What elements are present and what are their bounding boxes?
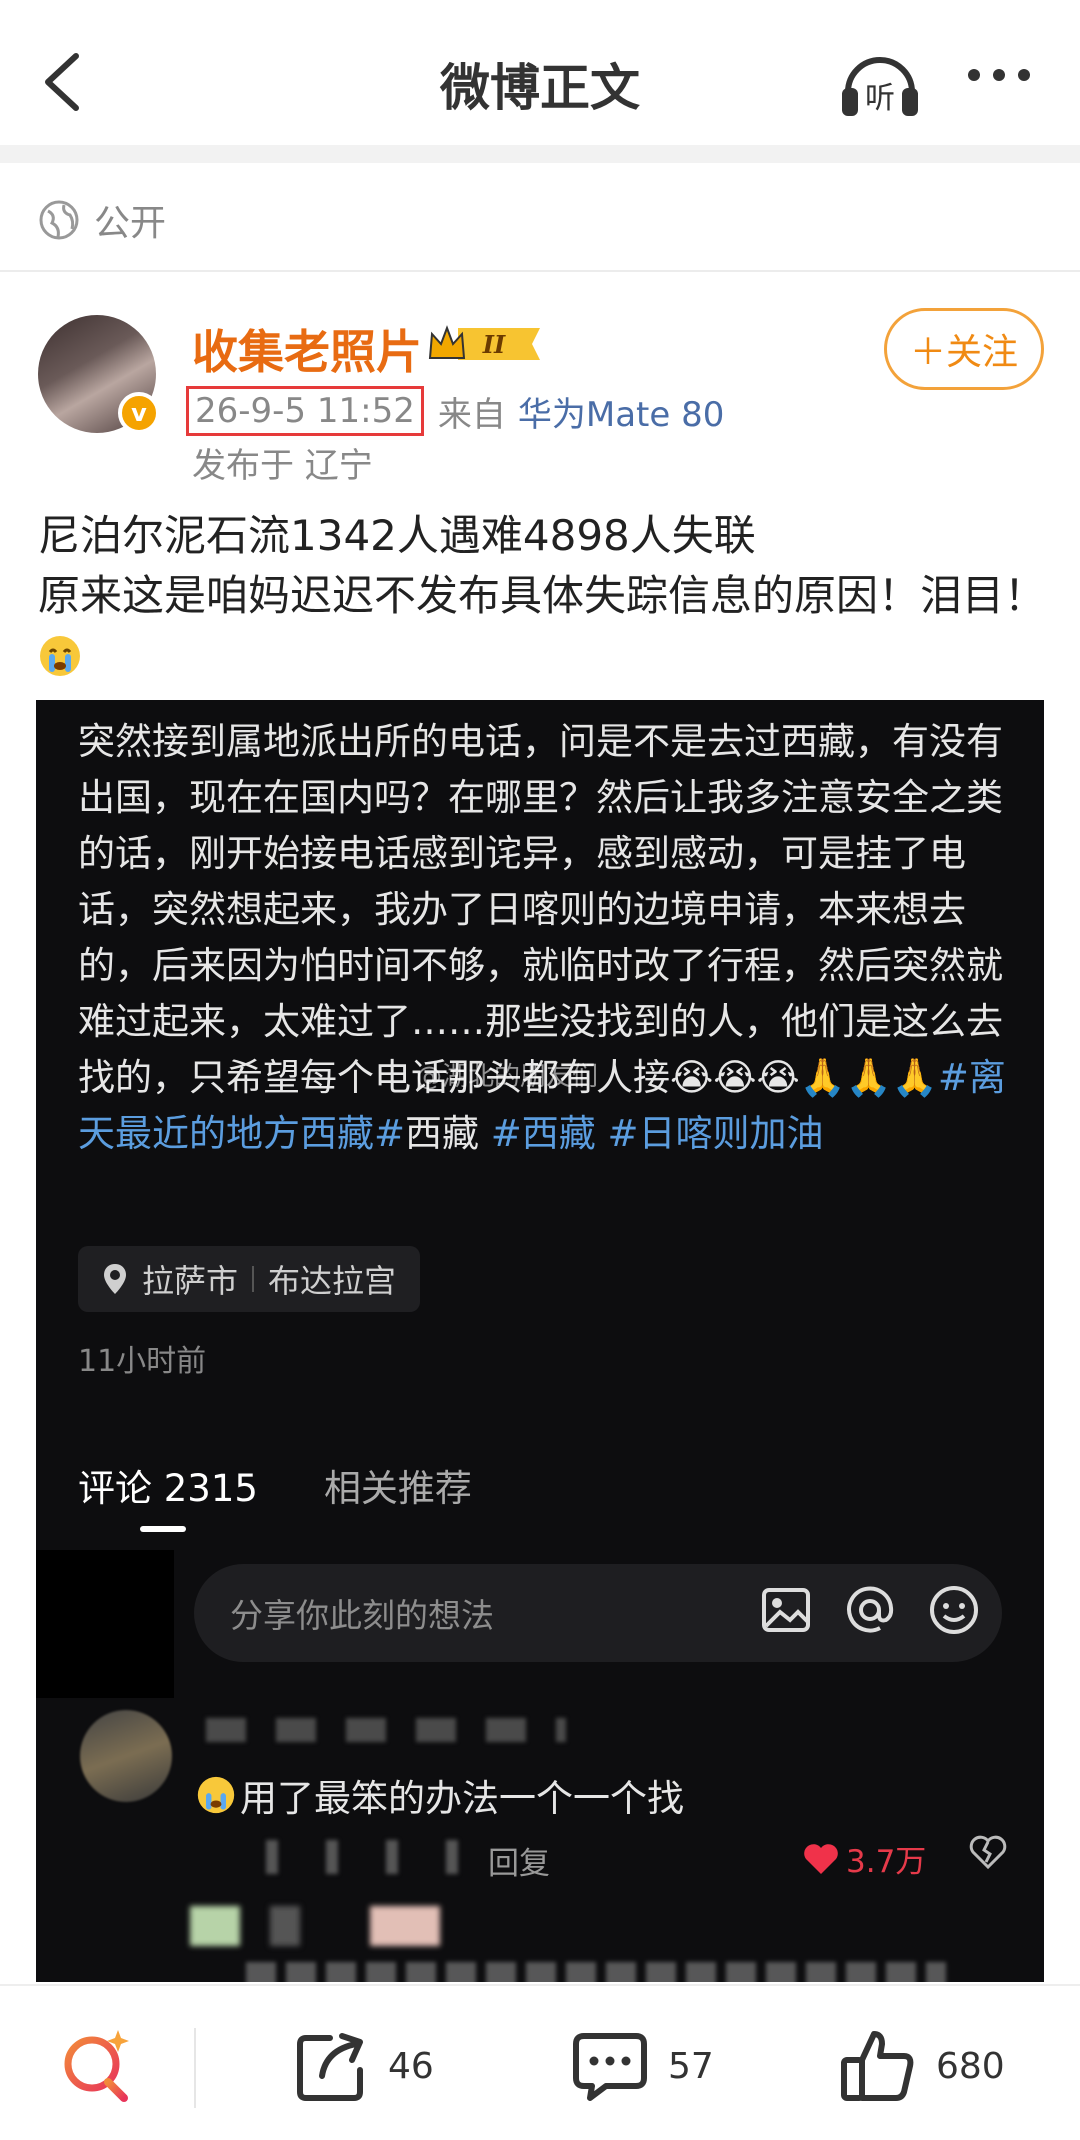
topic-tag-2: #西藏 #日喀则加油 bbox=[479, 1112, 824, 1155]
heart-icon bbox=[804, 1843, 838, 1874]
cut-off-text bbox=[246, 1962, 946, 1982]
publish-location: 发布于 辽宁 bbox=[192, 446, 373, 486]
blurred-meta bbox=[266, 1840, 466, 1874]
poi-location-chip: 拉萨市 布达拉宫 bbox=[78, 1246, 421, 1312]
thumbs-up-icon bbox=[841, 2031, 914, 2101]
device-link[interactable]: 华为Mate 80 bbox=[518, 387, 725, 436]
bottom-action-bar: 46 57 680 bbox=[0, 1984, 1080, 2140]
time-ago: 11小时前 bbox=[78, 1344, 207, 1379]
author-name[interactable]: 收集老照片 bbox=[192, 316, 422, 382]
repost-count: 46 bbox=[388, 2045, 434, 2087]
comment-likes: 3.7万 bbox=[802, 1836, 926, 1881]
comment-meta-row: 回复 3.7万 bbox=[196, 1834, 1016, 1884]
poi-place: 布达拉宫 bbox=[268, 1262, 397, 1300]
at-mention-icon bbox=[847, 1586, 894, 1633]
blurred-next-commenter bbox=[190, 1906, 440, 1946]
top-nav-bar: 微博正文 听 bbox=[0, 0, 1080, 145]
dislike-icon-wrap bbox=[968, 1834, 1008, 1878]
more-button[interactable] bbox=[964, 60, 1034, 90]
level-text: II bbox=[482, 330, 506, 359]
comment-button[interactable]: 57 bbox=[570, 2026, 714, 2106]
post-meta: 26-9-5 11:52 来自 华为Mate 80 bbox=[186, 386, 724, 436]
screenshot-body-text: 突然接到属地派出所的电话，问是不是去过西藏，有没有出国，现在在国内吗？在哪里？然… bbox=[78, 720, 1006, 1155]
search-sparkle-icon bbox=[64, 2030, 129, 2102]
commenter-avatar bbox=[80, 1710, 172, 1802]
crying-emoji-icon bbox=[40, 636, 80, 676]
listen-button[interactable]: 听 bbox=[838, 48, 922, 120]
crying-emoji-icon bbox=[197, 1776, 235, 1814]
bottom-separator bbox=[194, 2028, 196, 2108]
image-icon bbox=[762, 1588, 810, 1632]
more-dots-icon bbox=[968, 69, 1030, 81]
comment-input-bar: 分享你此刻的想法 bbox=[194, 1564, 1002, 1662]
verified-badge: v bbox=[118, 392, 160, 434]
repost-button[interactable]: 46 bbox=[294, 2026, 434, 2106]
from-label: 来自 bbox=[437, 394, 506, 435]
location-pin-icon bbox=[104, 1264, 126, 1294]
search-button[interactable] bbox=[58, 2026, 138, 2106]
redaction-block bbox=[36, 1550, 174, 1698]
active-tab-indicator bbox=[140, 1526, 186, 1532]
emoji-icon bbox=[930, 1586, 978, 1634]
tab-comments: 评论 2315 bbox=[78, 1467, 258, 1510]
comment-text-row: 用了最笨的办法一个一个找 bbox=[196, 1768, 684, 1822]
svg-text:听: 听 bbox=[865, 81, 895, 116]
input-placeholder: 分享你此刻的想法 bbox=[230, 1596, 494, 1635]
broken-heart-icon bbox=[969, 1835, 1007, 1870]
post-time: 26-9-5 11:52 bbox=[186, 386, 424, 436]
embedded-screenshot-image[interactable]: 突然接到属地派出所的电话，问是不是去过西藏，有没有出国，现在在国内吗？在哪里？然… bbox=[36, 700, 1044, 1982]
post-line-2: 原来这是咱妈迟迟不发布具体失踪信息的原因！泪目！ bbox=[38, 566, 1048, 686]
crown-icon: II bbox=[428, 325, 540, 360]
headphones-icon: 听 bbox=[842, 57, 918, 116]
post-line-1: 尼泊尔泥石流1342人遇难4898人失联 bbox=[38, 511, 756, 560]
comment-tabs: 评论 2315 相关推荐 bbox=[78, 1458, 472, 1512]
globe-icon bbox=[39, 200, 79, 240]
input-icons bbox=[730, 1582, 982, 1638]
comment-bubble-icon bbox=[573, 2033, 647, 2101]
comment-like-count: 3.7万 bbox=[846, 1844, 927, 1880]
follow-button[interactable]: ＋关注 bbox=[884, 308, 1044, 390]
like-count: 680 bbox=[936, 2045, 1005, 2087]
share-icon bbox=[297, 2033, 363, 2101]
divider-line bbox=[0, 270, 1080, 272]
plain-tag: 西藏 bbox=[405, 1112, 480, 1155]
member-level-badge[interactable]: II bbox=[428, 322, 546, 366]
blurred-username bbox=[206, 1718, 566, 1742]
visibility-label: 公开 bbox=[94, 203, 167, 244]
tab-related: 相关推荐 bbox=[323, 1467, 472, 1510]
poi-separator bbox=[252, 1266, 255, 1292]
visibility-row: 公开 bbox=[38, 190, 166, 250]
poi-city: 拉萨市 bbox=[142, 1262, 239, 1300]
reply-label: 回复 bbox=[488, 1846, 550, 1882]
like-button[interactable]: 680 bbox=[838, 2026, 1005, 2106]
section-divider bbox=[0, 145, 1080, 163]
comment-count: 57 bbox=[668, 2045, 714, 2087]
watermark: @湖北的朋友们 bbox=[416, 1062, 599, 1092]
comment-text: 用了最笨的办法一个一个找 bbox=[240, 1777, 684, 1820]
post-text: 尼泊尔泥石流1342人遇难4898人失联 原来这是咱妈迟迟不发布具体失踪信息的原… bbox=[38, 506, 1048, 686]
